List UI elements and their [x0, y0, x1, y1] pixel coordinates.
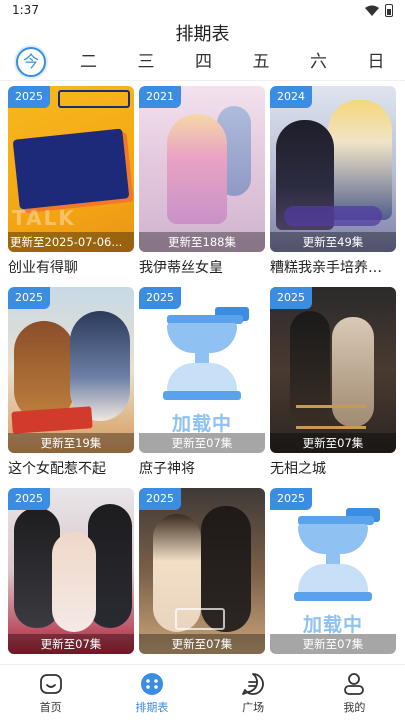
status-icons	[365, 4, 393, 17]
weekday-tabs: 今 二 三 四 五 六 日	[0, 46, 405, 78]
poster-art	[296, 405, 366, 429]
poster[interactable]: 2025 更新至19集	[8, 287, 134, 453]
poster-placeholder[interactable]: 加载中 2025 更新至07集	[270, 488, 396, 654]
year-badge: 2025	[8, 287, 50, 309]
nav-label: 排期表	[135, 701, 169, 714]
update-status: 更新至49集	[270, 232, 396, 252]
poster-art	[58, 90, 130, 108]
anime-card[interactable]: 2021 更新至188集 我伊蒂丝女皇	[139, 86, 265, 278]
bottom-nav: 首页 排期表 广场 我的	[0, 664, 405, 720]
update-status: 更新至2025-07-06...	[8, 232, 134, 252]
update-status: 更新至19集	[8, 433, 134, 453]
poster[interactable]: 2021 更新至188集	[139, 86, 265, 252]
nav-square[interactable]: 广场	[203, 665, 304, 720]
hourglass-icon	[298, 564, 368, 594]
hourglass-icon	[167, 323, 237, 353]
poster[interactable]: 2025 更新至07集	[139, 488, 265, 654]
anime-card[interactable]: 加载中 2025 更新至07集 庶子神将	[139, 287, 265, 479]
update-status: 更新至07集	[8, 634, 134, 654]
poster-art	[52, 532, 96, 632]
nav-label: 我的	[343, 701, 366, 714]
hourglass-icon	[167, 363, 237, 393]
hourglass-icon	[163, 391, 241, 400]
hourglass-icon	[294, 592, 372, 601]
poster-art: TALK	[12, 206, 76, 230]
page-title: 排期表	[175, 24, 230, 45]
year-badge: 2025	[139, 287, 181, 309]
tab-friday[interactable]: 五	[246, 47, 276, 77]
year-badge: 2021	[139, 86, 181, 108]
tab-sunday[interactable]: 日	[361, 47, 391, 77]
nav-label: 广场	[242, 701, 265, 714]
nav-profile[interactable]: 我的	[304, 665, 405, 720]
square-icon	[242, 673, 265, 695]
schedule-icon	[140, 673, 163, 695]
poster-art	[70, 311, 130, 421]
home-icon	[39, 674, 62, 694]
card-title: 这个女配惹不起	[8, 461, 106, 477]
schedule-grid: TALK 2025 更新至2025-07-06... 创业有得聊 2021 更新…	[0, 84, 405, 664]
anime-card[interactable]: 加载中 2025 更新至07集	[270, 488, 396, 654]
poster[interactable]: 2024 更新至49集	[270, 86, 396, 252]
tab-wednesday[interactable]: 三	[131, 47, 161, 77]
poster-art	[175, 608, 225, 630]
tab-today[interactable]: 今	[16, 47, 46, 77]
poster[interactable]: 2025 更新至07集	[8, 488, 134, 654]
poster-placeholder[interactable]: 加载中 2025 更新至07集	[139, 287, 265, 453]
battery-icon	[385, 4, 393, 17]
anime-card[interactable]: 2025 更新至07集 无相之城	[270, 287, 396, 479]
poster[interactable]: TALK 2025 更新至2025-07-06...	[8, 86, 134, 252]
status-bar: 1:37	[0, 0, 405, 22]
anime-card[interactable]: TALK 2025 更新至2025-07-06... 创业有得聊	[8, 86, 134, 278]
anime-card[interactable]: 2024 更新至49集 糟糕我亲手培养…	[270, 86, 396, 278]
card-title: 我伊蒂丝女皇	[139, 260, 223, 276]
card-title: 无相之城	[270, 461, 326, 477]
tab-thursday[interactable]: 四	[189, 47, 219, 77]
wifi-icon	[365, 5, 379, 16]
anime-card[interactable]: 2025 更新至07集	[8, 488, 134, 654]
year-badge: 2025	[8, 86, 50, 108]
hourglass-icon	[298, 524, 368, 554]
status-time: 1:37	[12, 3, 39, 17]
update-status: 更新至07集	[139, 634, 265, 654]
update-status: 更新至07集	[270, 433, 396, 453]
poster-art	[12, 128, 130, 210]
poster-art	[11, 406, 93, 434]
poster-art	[328, 100, 392, 220]
nav-home[interactable]: 首页	[0, 665, 101, 720]
update-status: 更新至07集	[270, 634, 396, 654]
update-status: 更新至188集	[139, 232, 265, 252]
loading-text: 加载中	[171, 413, 232, 435]
year-badge: 2025	[270, 287, 312, 309]
anime-card[interactable]: 2025 更新至07集	[139, 488, 265, 654]
nav-label: 首页	[39, 701, 62, 714]
poster[interactable]: 2025 更新至07集	[270, 287, 396, 453]
year-badge: 2024	[270, 86, 312, 108]
card-title: 创业有得聊	[8, 260, 78, 276]
poster-art	[14, 321, 74, 421]
anime-card[interactable]: 2025 更新至19集 这个女配惹不起	[8, 287, 134, 479]
header-divider	[0, 80, 405, 81]
profile-icon	[344, 673, 365, 695]
tab-tuesday[interactable]: 二	[74, 47, 104, 77]
card-title: 庶子神将	[139, 461, 195, 477]
year-badge: 2025	[270, 488, 312, 510]
poster-art	[167, 114, 227, 224]
update-status: 更新至07集	[139, 433, 265, 453]
nav-schedule[interactable]: 排期表	[101, 665, 202, 720]
year-badge: 2025	[139, 488, 181, 510]
loading-text: 加载中	[302, 614, 363, 636]
year-badge: 2025	[8, 488, 50, 510]
poster-art	[284, 206, 382, 226]
card-title: 糟糕我亲手培养…	[270, 260, 382, 276]
tab-saturday[interactable]: 六	[304, 47, 334, 77]
